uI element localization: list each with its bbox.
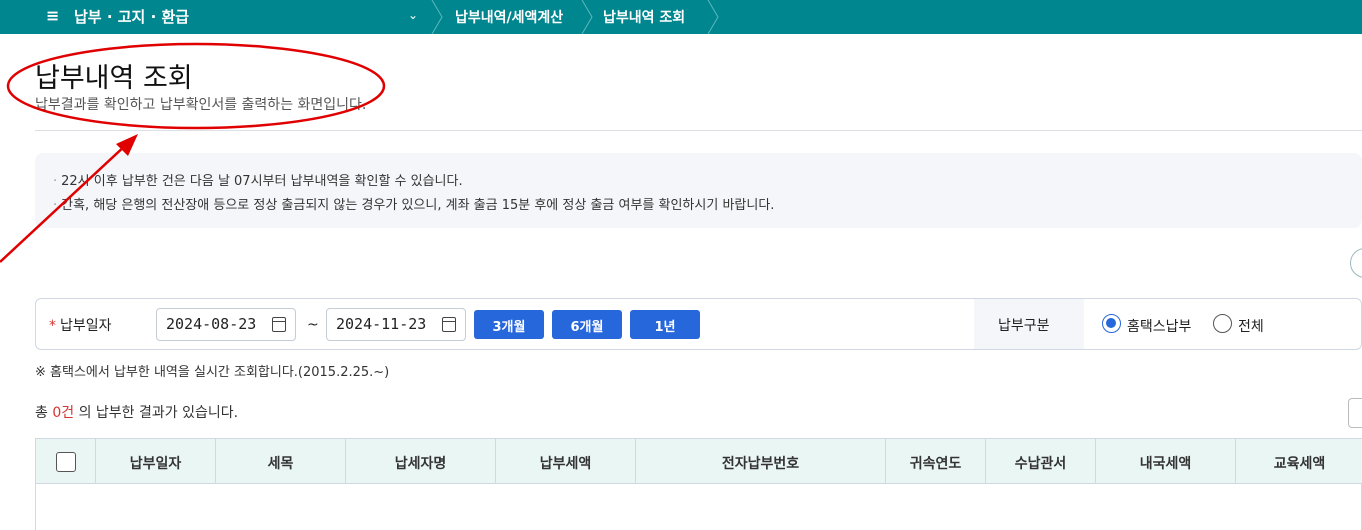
period-3months-button[interactable]: 3개월 — [474, 310, 544, 339]
type-label-cell: 납부구분 — [974, 299, 1084, 349]
calendar-icon[interactable] — [272, 317, 286, 332]
notice-box: · 22시 이후 납부한 건은 다음 날 07시부터 납부내역을 확인할 수 있습… — [35, 153, 1362, 228]
date-range-separator: ~ — [307, 317, 319, 333]
nav-menu-title[interactable]: 납부 · 고지 · 환급 — [74, 6, 189, 27]
divider — [35, 130, 1362, 131]
result-count: 0건 — [52, 405, 75, 421]
calendar-icon[interactable] — [442, 317, 456, 332]
breadcrumb-item-payment-history[interactable]: 납부내역/세액계산 — [455, 7, 563, 27]
radio-all[interactable] — [1213, 314, 1232, 333]
search-note: ※ 홈택스에서 납부한 내역을 실시간 조회합니다.(2015.2.25.~) — [35, 365, 390, 380]
search-panel: * 납부일자 2024-08-23 ~ 2024-11-23 3개월 6개월 1년… — [35, 298, 1362, 350]
notice-item: · 22시 이후 납부한 건은 다음 날 07시부터 납부내역을 확인할 수 있습… — [53, 174, 463, 189]
column-header[interactable]: 수납관서 — [986, 439, 1096, 484]
column-header[interactable]: 납세자명 — [346, 439, 496, 484]
top-nav-bar: ≡ 납부 · 고지 · 환급 ⌄ 납부내역/세액계산 납부내역 조회 — [0, 0, 1362, 34]
breadcrumb-separator-icon — [581, 0, 593, 34]
breadcrumb-separator-icon — [431, 0, 443, 34]
table-header: 납부일자 세목 납세자명 납부세액 전자납부번호 귀속연도 수납관서 내국세액 … — [36, 439, 1362, 484]
page-description: 납부결과를 확인하고 납부확인서를 출력하는 화면입니다. — [35, 97, 367, 113]
column-header[interactable]: 세목 — [216, 439, 346, 484]
column-header[interactable]: 납부세액 — [496, 439, 636, 484]
radio-hometax[interactable] — [1102, 314, 1121, 333]
select-all-cell — [36, 439, 96, 484]
period-1year-button[interactable]: 1년 — [630, 310, 700, 339]
date-to-input[interactable]: 2024-11-23 — [326, 308, 466, 341]
radio-all-label[interactable]: 전체 — [1238, 316, 1264, 336]
page-title: 납부내역 조회 — [35, 63, 193, 94]
notice-item: · 간혹, 해당 은행의 전산장애 등으로 정상 출금되지 않는 경우가 있으니,… — [53, 198, 775, 213]
column-header[interactable]: 내국세액 — [1096, 439, 1236, 484]
download-button[interactable] — [1348, 398, 1362, 428]
help-button[interactable] — [1350, 248, 1362, 278]
breadcrumb-separator-icon — [707, 0, 719, 34]
date-label: * 납부일자 — [49, 318, 112, 334]
date-from-input[interactable]: 2024-08-23 — [156, 308, 296, 341]
column-header[interactable]: 교육세액 — [1236, 439, 1362, 484]
period-6months-button[interactable]: 6개월 — [552, 310, 622, 339]
menu-icon[interactable]: ≡ — [46, 6, 59, 25]
column-header[interactable]: 귀속연도 — [886, 439, 986, 484]
result-table: 납부일자 세목 납세자명 납부세액 전자납부번호 귀속연도 수납관서 내국세액 … — [35, 438, 1362, 530]
chevron-down-icon[interactable]: ⌄ — [408, 8, 418, 22]
breadcrumb-item-current[interactable]: 납부내역 조회 — [603, 7, 685, 27]
column-header[interactable]: 납부일자 — [96, 439, 216, 484]
column-header[interactable]: 전자납부번호 — [636, 439, 886, 484]
result-summary: 총 0건 의 납부한 결과가 있습니다. — [35, 405, 239, 421]
select-all-checkbox[interactable] — [56, 452, 76, 472]
type-label: 납부구분 — [998, 318, 1050, 334]
radio-hometax-label[interactable]: 홈택스납부 — [1127, 316, 1191, 336]
